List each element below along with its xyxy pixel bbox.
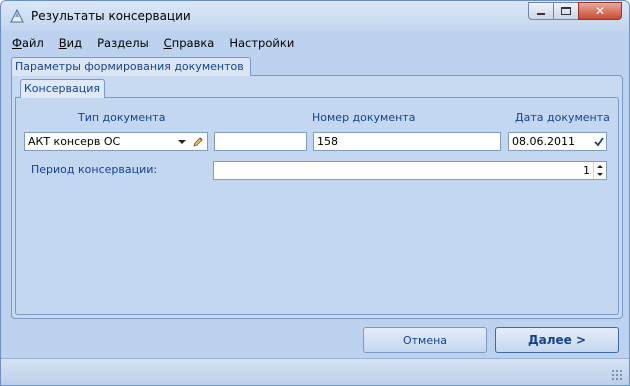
spin-down-icon <box>596 172 603 176</box>
doc-number-label: Номер документа <box>312 111 416 124</box>
period-spinner[interactable]: 1 <box>213 161 607 180</box>
close-icon: ✕ <box>594 4 606 18</box>
spin-up-button[interactable] <box>594 162 605 170</box>
doc-date-label: Дата документа <box>515 111 610 124</box>
doc-type-pick-button[interactable] <box>190 133 205 150</box>
checkmark-icon <box>593 136 604 146</box>
minimize-button[interactable] <box>528 2 554 20</box>
close-button[interactable]: ✕ <box>578 2 622 20</box>
menu-view[interactable]: Вид <box>59 33 82 53</box>
app-icon <box>10 8 24 23</box>
doc-number-field[interactable]: 158 <box>313 132 501 151</box>
doc-type-value: АКТ консерв ОС <box>28 135 121 148</box>
maximize-button[interactable] <box>553 2 579 20</box>
menu-settings[interactable]: Настройки <box>229 33 294 53</box>
menu-file[interactable]: Файл <box>12 33 44 53</box>
minimize-icon <box>537 13 545 15</box>
dialog-window: Результаты консервации ✕ Файл Вид Раздел… <box>0 0 630 386</box>
menu-help[interactable]: Справка <box>164 33 215 53</box>
spin-up-icon <box>596 164 603 168</box>
next-button[interactable]: Далее > <box>495 327 619 353</box>
doc-date-value: 08.06.2011 <box>512 135 575 148</box>
doc-date-checkbox[interactable] <box>592 133 605 150</box>
period-label: Период консервации: <box>31 163 158 176</box>
pencil-icon <box>192 136 203 147</box>
period-spin-buttons <box>593 162 605 179</box>
inner-tab-panel <box>15 97 619 315</box>
period-value: 1 <box>583 164 590 177</box>
title-bar[interactable]: Результаты консервации ✕ <box>1 1 629 31</box>
resize-grip-icon[interactable] <box>611 369 623 381</box>
menu-bar: Файл Вид Разделы Справка Настройки <box>12 33 309 53</box>
chevron-down-icon <box>177 139 186 144</box>
menu-sections[interactable]: Разделы <box>97 33 149 53</box>
cancel-button[interactable]: Отмена <box>363 327 487 353</box>
doc-type-dropdown-button[interactable] <box>175 133 188 150</box>
tab-document-parameters[interactable]: Параметры формирования документов <box>11 57 251 76</box>
doc-type-label: Тип документа <box>78 111 166 124</box>
status-bar <box>1 358 629 385</box>
maximize-icon <box>561 7 571 15</box>
window-title: Результаты консервации <box>31 9 191 23</box>
doc-extra-field[interactable] <box>214 132 307 151</box>
tab-conservation[interactable]: Консервация <box>20 79 106 98</box>
spin-down-button[interactable] <box>594 170 605 178</box>
